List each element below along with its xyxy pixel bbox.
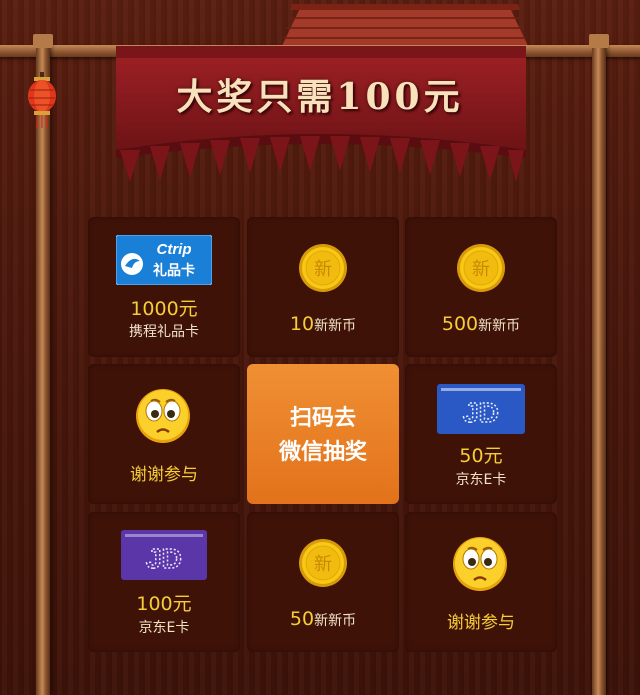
ctrip-badge: 礼品卡 [153, 262, 195, 279]
prize-label: 10新新币 [247, 313, 399, 335]
prize-label: 谢谢参与 [130, 465, 198, 485]
prize-name: 携程礼品卡 [129, 324, 199, 340]
sad-face-icon [136, 389, 190, 443]
prize-amount: 500 [441, 313, 479, 335]
prize-name: 京东E卡 [455, 472, 507, 488]
prize-unit: 新新币 [314, 318, 357, 334]
prize-amount: 10 [289, 313, 315, 335]
gift-card-icon: JD [121, 530, 207, 580]
scan-to-draw-button[interactable]: 扫码去 微信抽奖 [247, 364, 399, 504]
coin-icon: 新 [299, 539, 347, 587]
coin-glyph: 新 [472, 259, 490, 280]
coin-glyph: 新 [314, 554, 332, 575]
prize-unit: 新新币 [314, 613, 357, 629]
banner-title: 大奖只需100元 [176, 76, 464, 118]
gift-card-icon: JD [437, 384, 525, 434]
center-line-2: 微信抽奖 [278, 440, 367, 465]
prize-coin-500[interactable]: 新 500新新币 [405, 217, 557, 357]
prize-jd-100[interactable]: JD 100元 京东E卡 [88, 512, 240, 652]
prize-thanks[interactable]: 谢谢参与 [405, 512, 557, 652]
prize-amount: 100元 [136, 593, 192, 615]
prize-jd-50[interactable]: JD 50元 京东E卡 [405, 364, 557, 504]
prize-ctrip-card[interactable]: Ctrip 礼品卡 1000元 携程礼品卡 [88, 217, 240, 357]
jd-logo: JD [463, 397, 499, 428]
coin-icon: 新 [299, 244, 347, 292]
center-text: 扫码去 微信抽奖 [247, 402, 399, 470]
prize-label: 500新新币 [405, 313, 557, 335]
sad-face-icon [453, 537, 507, 591]
prize-unit: 新新币 [478, 318, 521, 334]
prize-name: 京东E卡 [138, 620, 190, 636]
jd-logo: JD [146, 543, 182, 574]
coin-glyph: 新 [314, 259, 332, 280]
prize-thanks[interactable]: 谢谢参与 [88, 364, 240, 504]
gift-card-icon: Ctrip 礼品卡 [116, 235, 212, 285]
prize-amount: 50元 [459, 445, 503, 467]
center-line-1: 扫码去 [289, 406, 356, 431]
prize-amount: 50 [289, 608, 315, 630]
prize-amount: 1000元 [130, 298, 198, 320]
prize-coin-10[interactable]: 新 10新新币 [247, 217, 399, 357]
prize-coin-50[interactable]: 新 50新新币 [247, 512, 399, 652]
prize-label: 谢谢参与 [447, 613, 515, 633]
prize-label: 50新新币 [247, 608, 399, 630]
ctrip-brand: Ctrip [157, 241, 192, 258]
coin-icon: 新 [457, 244, 505, 292]
